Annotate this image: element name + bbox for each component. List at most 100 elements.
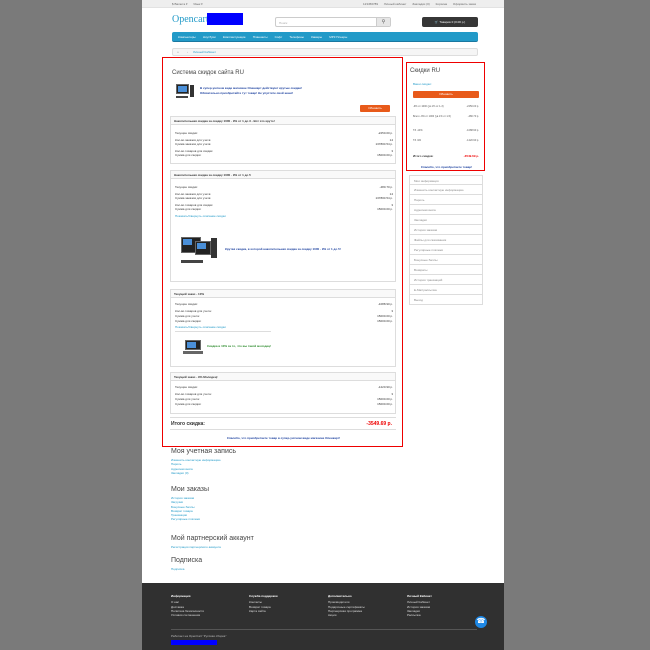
discount-row: Сумма для учета: 15000.00 р. — [175, 397, 393, 401]
section-link[interactable]: Регулярные платежи — [171, 517, 200, 521]
footer-link[interactable]: Личный Кабинет — [407, 600, 432, 604]
account-menu-item[interactable]: Файлы для скачивания — [409, 235, 483, 245]
discount-main-box: Система скидок сайта RU В супер-уютном в… — [162, 57, 403, 447]
cart-button-label: Товаров 0 (0.00 р.) — [439, 20, 466, 24]
sidebar-row: ТЗ -9% -1220.90 р. — [413, 139, 479, 142]
breadcrumb: ⌂ › Личный Кабинет — [172, 48, 478, 56]
menu-item[interactable]: Софт — [275, 32, 283, 42]
discount-panel-2: Накопительная скидка за скидку 1000 - 9%… — [170, 170, 396, 282]
breadcrumb-item[interactable]: Личный Кабинет — [193, 50, 216, 54]
search-input[interactable]: Поиск ⚲ — [275, 17, 391, 27]
search-icon[interactable]: ⚲ — [376, 18, 390, 26]
account-menu-item[interactable]: Бонусные баллы — [409, 255, 483, 265]
menu-item[interactable]: Планшеты — [253, 32, 268, 42]
account-menu-item[interactable]: Мои информация — [409, 175, 483, 185]
panel-header: Текущий заказ - 9% Молодец! — [171, 373, 395, 381]
wishlist-link[interactable]: Закладки (0) — [412, 2, 429, 6]
computer-image — [176, 84, 194, 98]
laptop-image — [183, 340, 203, 354]
menu-item[interactable]: MP3 Плееры — [329, 32, 347, 42]
update-button[interactable]: Обновить — [360, 105, 390, 112]
footer-link[interactable]: Карта сайта — [249, 609, 278, 613]
discount-row: Текущие скидки: -2250.00 р. — [175, 131, 393, 135]
discount-row: Сумма для скидки: 15000.00 р. — [175, 319, 393, 323]
footer-link[interactable]: Условия соглашения — [171, 613, 204, 617]
sidebar-row: ТЗ -10% -1088.90 р. — [413, 129, 479, 132]
page: $ Валюта ▾ Язык ▾ 123456789 Личный кабин… — [142, 0, 504, 650]
home-icon[interactable]: ⌂ — [177, 50, 179, 54]
page-title: Система скидок сайта RU — [172, 70, 244, 76]
language-dropdown[interactable]: Язык ▾ — [193, 2, 202, 6]
cart-button[interactable]: 🛒 Товаров 0 (0.00 р.) — [422, 17, 478, 27]
menu-item[interactable]: Компьютеры — [178, 32, 196, 42]
account-menu: Мои информация Изменить контактную инфор… — [409, 175, 483, 305]
section-title: Мой партнерский аккаунт — [171, 535, 254, 542]
section-links: Подписка — [171, 567, 184, 571]
discount-panel-4: Текущий заказ - 9% Молодец! Текущие скид… — [170, 372, 396, 414]
footer-link[interactable]: Рассылка — [407, 613, 432, 617]
sidebar-total: Итого скидка: -3549.69 р. — [413, 154, 479, 158]
menu-item[interactable]: Камеры — [311, 32, 322, 42]
search-placeholder: Поиск — [279, 21, 288, 25]
toggle-description-link[interactable]: Показать/Свернуть описание скидки — [175, 214, 226, 218]
section-links: Регистрация партнерского аккаунта — [171, 545, 221, 549]
sidebar-label: Ваши скидки: — [413, 82, 432, 86]
footer-link[interactable]: Акции — [328, 613, 365, 617]
section-link[interactable]: Закладки (0) — [171, 471, 221, 475]
section-title: Подписка — [171, 557, 203, 564]
cart-link[interactable]: Корзина — [436, 2, 447, 6]
toggle-description-link[interactable]: Показать/Свернуть описание скидки — [175, 325, 226, 329]
menu-item[interactable]: Ноутбуки — [203, 32, 216, 42]
phone-link[interactable]: 123456789 — [363, 2, 378, 6]
account-menu-item[interactable]: Закладки — [409, 215, 483, 225]
account-menu-item[interactable]: Изменить контактную информацию — [409, 185, 483, 195]
main-menu: Компьютеры Ноутбуки Комплектующие Планше… — [172, 32, 478, 42]
account-menu-item[interactable]: Возвраты — [409, 265, 483, 275]
account-menu-item[interactable]: История заказов — [409, 225, 483, 235]
account-menu-item[interactable]: E-Mail рассылка — [409, 285, 483, 295]
currency-dropdown[interactable]: $ Валюта ▾ — [172, 2, 187, 6]
total-discount-value: -3549.69 р. — [366, 421, 392, 427]
footer-column: Дополнительно Производители Подарочные с… — [328, 594, 365, 618]
discount-sidebar-box: Скидки RU Ваши скидки: Обновить -9% от 1… — [406, 62, 485, 171]
account-menu-item[interactable]: История транзакций — [409, 275, 483, 285]
discount-row: Сумма заказов для учета: 137800.54 р. — [175, 142, 393, 146]
phone-icon[interactable]: ☎ — [475, 616, 487, 628]
total-discount-label: Итого скидка: — [171, 421, 205, 427]
discount-panel-1: Накопительная скидка за скидку 1000 - 9%… — [170, 116, 396, 164]
discount-row: Кол-во товаров для учета: 3 — [175, 392, 393, 396]
footer-column: Информация О нас Доставка Политика безоп… — [171, 594, 205, 618]
panel-header: Текущий заказ - 10% — [171, 290, 395, 298]
account-menu-item[interactable]: Выход — [409, 295, 483, 305]
sidebar-title: Скидки RU — [410, 68, 441, 74]
sidebar-row: -9% от 1000 (ув.1% от 1-3) -2250.00 р. — [413, 105, 479, 108]
account-link[interactable]: Личный кабинет — [384, 2, 407, 6]
promo-text: Скидка в 10% за то, что вы такой молодец… — [207, 344, 272, 348]
logo-redaction — [207, 13, 243, 25]
account-menu-item[interactable]: Регулярные платежи — [409, 245, 483, 255]
menu-item[interactable]: Комплектующие — [223, 32, 246, 42]
section-title: Мои заказы — [171, 486, 210, 493]
discount-row: Текущие скидки: -1220.90 р. — [175, 385, 393, 389]
menu-item[interactable]: Телефоны — [289, 32, 304, 42]
checkout-link[interactable]: Оформить заказ — [453, 2, 476, 6]
sidebar-update-button[interactable]: Обновить — [413, 91, 479, 98]
sidebar-row: Всего -9% от 1000 (ув.1% от 1-5) -480.70 … — [413, 115, 479, 118]
panel-header: Накопительная скидка за скидку 1000 - 9%… — [171, 171, 395, 179]
section-links: История заказов Загрузки Бонусные баллы … — [171, 496, 200, 522]
footer-column: Личный Кабинет Личный Кабинет История за… — [407, 594, 432, 618]
section-link[interactable]: Регистрация партнерского аккаунта — [171, 545, 221, 549]
site-logo[interactable]: Opencart — [172, 14, 209, 25]
account-menu-item[interactable]: Адресная книга — [409, 205, 483, 215]
computer-image — [181, 237, 217, 263]
footer: Информация О нас Доставка Политика безоп… — [142, 583, 504, 650]
section-title: Моя учетная запись — [171, 448, 236, 455]
promo-text: В супер-уютном виде магазине Опенкарт де… — [200, 86, 302, 95]
footer-column: Служба поддержки Контакты Возврат товара… — [249, 594, 278, 613]
discount-row: Сумма для скидки: 15000.00 р. — [175, 207, 393, 211]
section-links: Изменить контактную информацию Пароль Ад… — [171, 458, 221, 475]
section-link[interactable]: Подписка — [171, 567, 184, 571]
redacted-block — [171, 640, 217, 645]
discount-row: Сумма заказов для учета: 137800.54 р. — [175, 196, 393, 200]
account-menu-item[interactable]: Пароль — [409, 195, 483, 205]
